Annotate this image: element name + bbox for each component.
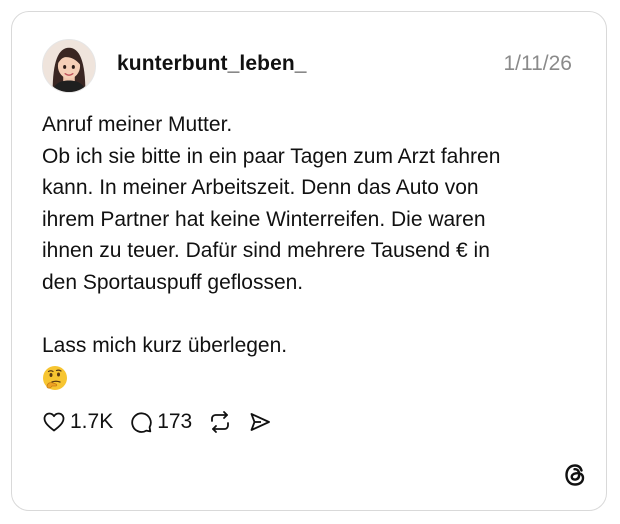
- avatar-illustration: [43, 40, 95, 92]
- reply-button[interactable]: 173: [129, 410, 192, 434]
- avatar[interactable]: [42, 39, 96, 93]
- like-count: 1.7K: [70, 410, 114, 433]
- threads-logo-icon: [562, 462, 588, 488]
- post-card: kunterbunt_leben_ 1/11/26 Anruf meiner M…: [11, 11, 607, 511]
- post-text-line: Anruf meiner Mutter.: [42, 113, 233, 136]
- post-text: Anruf meiner Mutter. Ob ich sie bitte in…: [42, 109, 562, 394]
- heart-icon: [42, 410, 66, 434]
- post-text-line: Ob ich sie bitte in ein paar Tagen zum A…: [42, 144, 501, 168]
- comment-icon: [129, 410, 153, 434]
- repost-button[interactable]: [208, 410, 232, 434]
- reply-count: 173: [157, 410, 193, 433]
- post-text-line: ihrem Partner hat keine Winterreifen. Di…: [42, 207, 486, 231]
- like-button[interactable]: 1.7K: [42, 410, 113, 434]
- post-text-line: Lass mich kurz überlegen.: [42, 334, 288, 358]
- share-icon: [248, 410, 272, 434]
- post-text-line: kann. In meiner Arbeitszeit. Denn das Au…: [42, 176, 479, 200]
- post-date[interactable]: 1/11/26: [503, 52, 572, 76]
- share-button[interactable]: [248, 410, 272, 434]
- post-text-line: den Sportauspuff geflossen.: [42, 270, 304, 294]
- paragraph-break: [42, 299, 562, 331]
- post-header: kunterbunt_leben_ 1/11/26: [42, 39, 572, 93]
- username[interactable]: kunterbunt_leben_: [117, 52, 307, 76]
- repost-icon: [208, 410, 232, 434]
- thinking-face-emoji: [42, 362, 562, 394]
- action-bar: 1.7K 173: [42, 407, 288, 437]
- post-text-line: ihnen zu teuer. Dafür sind mehrere Tause…: [42, 239, 490, 263]
